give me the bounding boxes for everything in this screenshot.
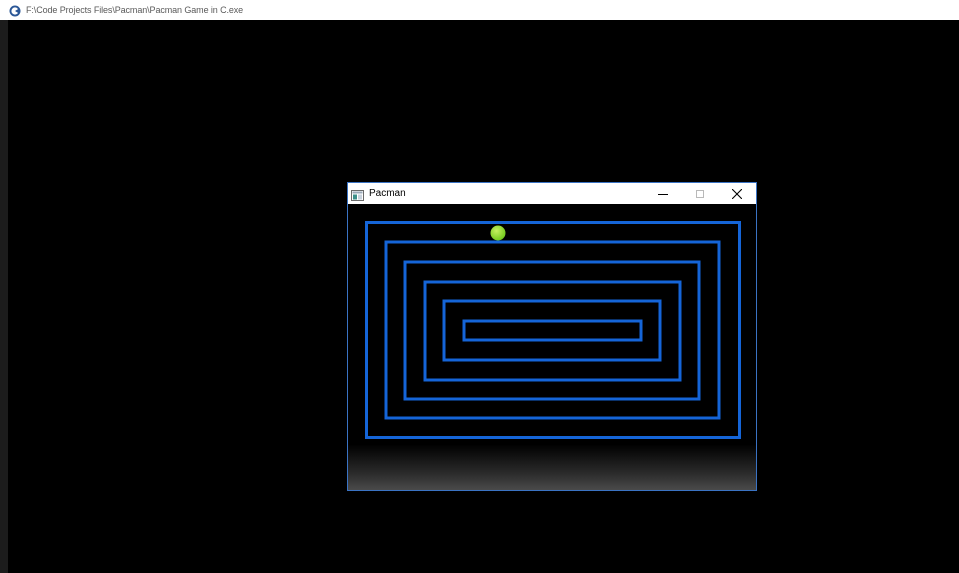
maze-wall-ring	[442, 299, 662, 362]
close-button[interactable]	[718, 183, 756, 204]
window-app-icon	[351, 188, 364, 201]
console-left-edge	[0, 20, 8, 573]
maze-wall-ring	[384, 240, 721, 420]
console-title: F:\Code Projects Files\Pacman\Pacman Gam…	[26, 5, 244, 15]
console-titlebar[interactable]: F:\Code Projects Files\Pacman\Pacman Gam…	[0, 0, 959, 20]
maze-wall-ring	[462, 319, 643, 342]
minimize-button[interactable]	[644, 183, 682, 204]
pacman-sprite	[490, 225, 506, 241]
maze	[365, 221, 741, 439]
maze-walls	[365, 221, 741, 439]
maze-wall-ring	[365, 221, 741, 439]
console-app-icon	[9, 4, 21, 17]
maximize-button[interactable]	[681, 183, 719, 204]
close-icon	[732, 188, 742, 199]
maximize-icon	[696, 189, 704, 198]
minimize-icon	[658, 193, 668, 195]
pacman-window-title: Pacman	[369, 188, 406, 199]
pacman-window: Pacman	[347, 182, 757, 491]
game-canvas[interactable]	[348, 204, 756, 490]
pacman-window-titlebar[interactable]: Pacman	[348, 183, 756, 204]
